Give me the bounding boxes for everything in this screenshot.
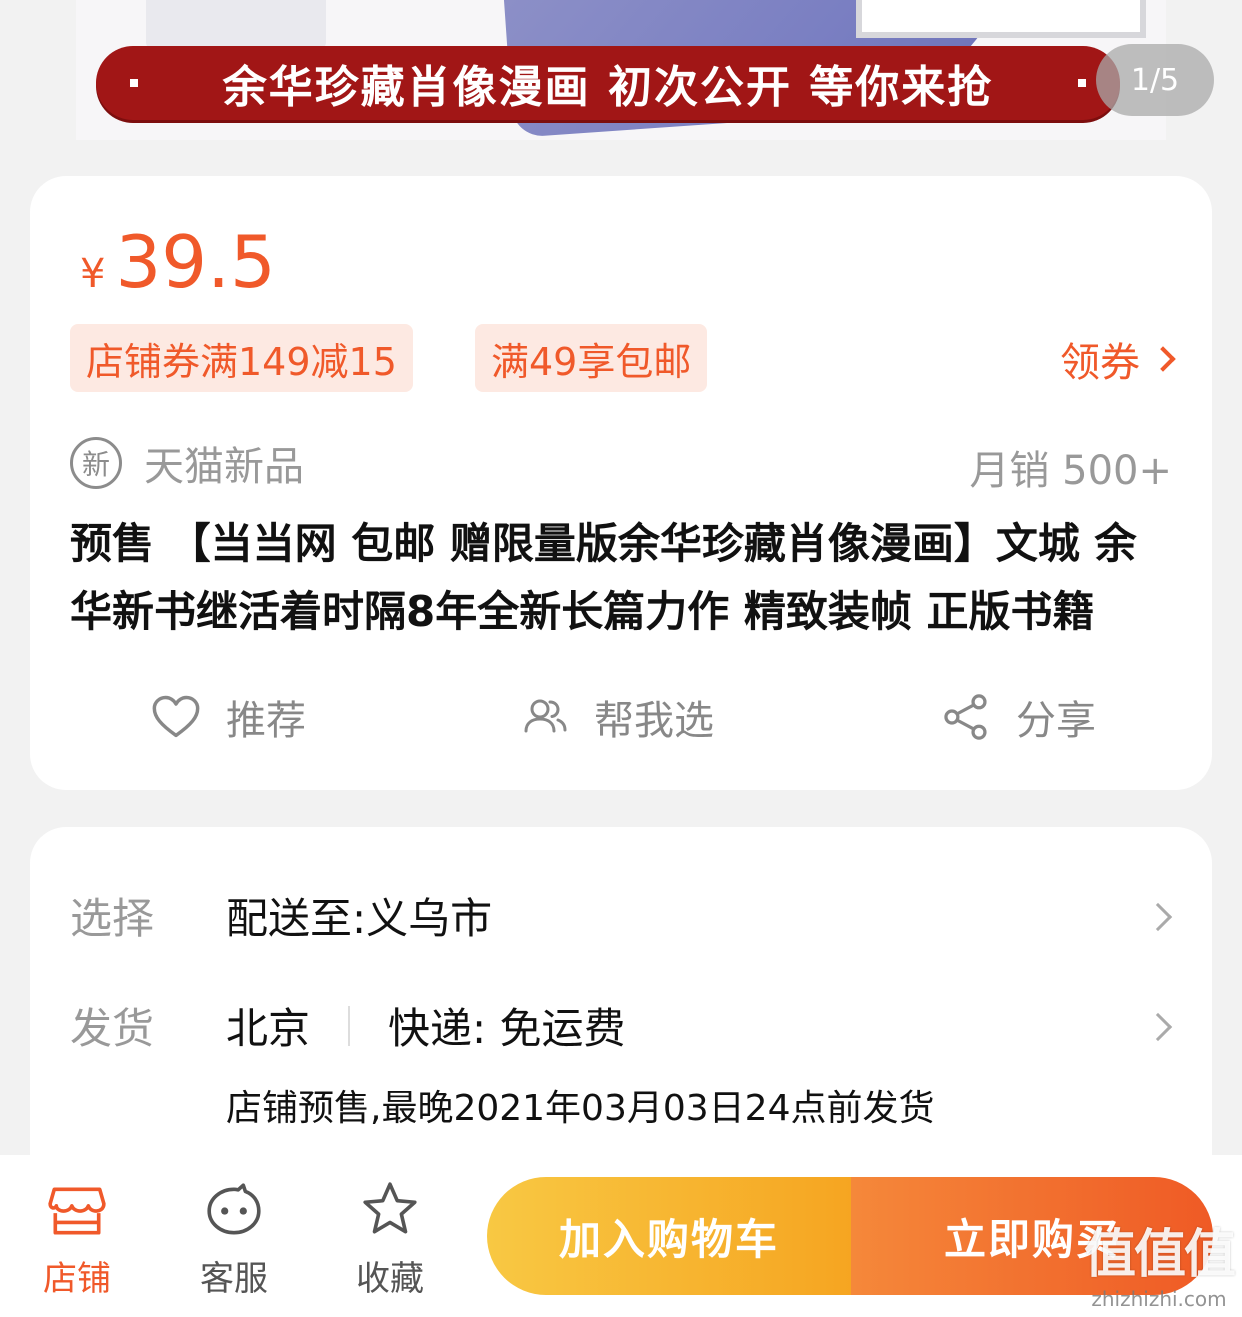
banner-art-left [146,0,326,50]
chevron-right-icon[interactable] [1143,902,1173,932]
users-icon [524,699,567,733]
recommend-button[interactable]: 推荐 [150,688,306,746]
monthly-sales: 月销 500+ [969,448,1172,494]
tmall-new-label: 天猫新品 [144,444,304,490]
get-coupon-button[interactable]: 领券 [1060,331,1176,387]
ribbon-dot-right [1078,79,1086,87]
recommend-label: 推荐 [226,698,306,744]
get-coupon-label: 领券 [1060,340,1140,386]
free-shipping-tag[interactable]: 满49享包邮 [475,324,708,392]
price-value: 39.5 [115,220,276,304]
express-fee: 快递: 免运费 [388,1004,626,1053]
heart-icon [152,695,200,738]
help-choose-button[interactable]: 帮我选 [518,688,714,746]
chevron-right-icon[interactable] [1143,1012,1173,1042]
promo-ribbon-text: 余华珍藏肖像漫画 初次公开 等你来抢 [222,62,994,113]
watermark: 值值值 zhizhizhi.com [1083,1212,1236,1311]
help-choose-label: 帮我选 [594,698,714,744]
banner-art-card [856,0,1146,38]
chevron-right-icon [1150,346,1176,372]
presale-note: 店铺预售,最晚2021年03月03日24点前发货 [226,1088,935,1129]
ship-label: 发货 [70,1004,155,1053]
share-icon [944,694,987,740]
ribbon-dot-left [130,79,138,87]
store-icon [48,1187,106,1235]
product-info-card: ¥ 39.5 店铺券满149减15 满49享包邮 领券 新 天猫新品 月销 50… [30,176,1212,790]
favorite-label: 收藏 [356,1259,424,1299]
product-title[interactable]: 预售 【当当网 包邮 赠限量版余华珍藏肖像漫画】文城 余华新书继活着时隔8年全新… [70,510,1160,646]
chat-face-icon [207,1183,261,1235]
ship-origin: 北京 [226,1004,311,1053]
action-row: 推荐 帮我选 分享 [30,688,1212,748]
watermark-url: zhizhizhi.com [1091,1287,1227,1311]
store-coupon-tag[interactable]: 店铺券满149减15 [70,324,413,392]
favorite-button[interactable]: 收藏 [330,1179,450,1300]
promo-ribbon: 余华珍藏肖像漫画 初次公开 等你来抢 [96,46,1120,120]
tmall-new-row[interactable]: 新 天猫新品 [70,434,304,492]
price: ¥ 39.5 [80,220,276,304]
share-button[interactable]: 分享 [940,688,1096,746]
shipping-row[interactable]: 发货 北京 快递: 免运费 [70,995,626,1056]
select-label: 选择 [70,894,155,943]
star-icon [363,1182,417,1234]
store-label: 店铺 [43,1259,111,1299]
product-image-banner[interactable]: 余华珍藏肖像漫画 初次公开 等你来抢 1/5 [0,0,1242,140]
share-label: 分享 [1016,698,1096,744]
watermark-brand: 值值值 [1083,1225,1236,1285]
image-pager: 1/5 [1096,44,1214,116]
select-delivery-row[interactable]: 选择 配送至:义乌市 [70,885,492,946]
divider [348,1005,351,1046]
new-badge-icon: 新 [70,437,122,489]
add-to-cart-button[interactable]: 加入购物车 [487,1177,851,1295]
price-currency: ¥ [80,251,106,297]
service-label: 客服 [200,1259,268,1299]
customer-service-button[interactable]: 客服 [174,1179,294,1300]
store-button[interactable]: 店铺 [17,1179,137,1300]
ship-info: 北京 快递: 免运费 [226,995,626,1056]
delivery-destination: 配送至:义乌市 [226,894,493,943]
bottom-action-bar: 店铺 客服 收藏 加入购物车 立即购买 值值值 zhizhizhi.com [0,1155,1242,1317]
